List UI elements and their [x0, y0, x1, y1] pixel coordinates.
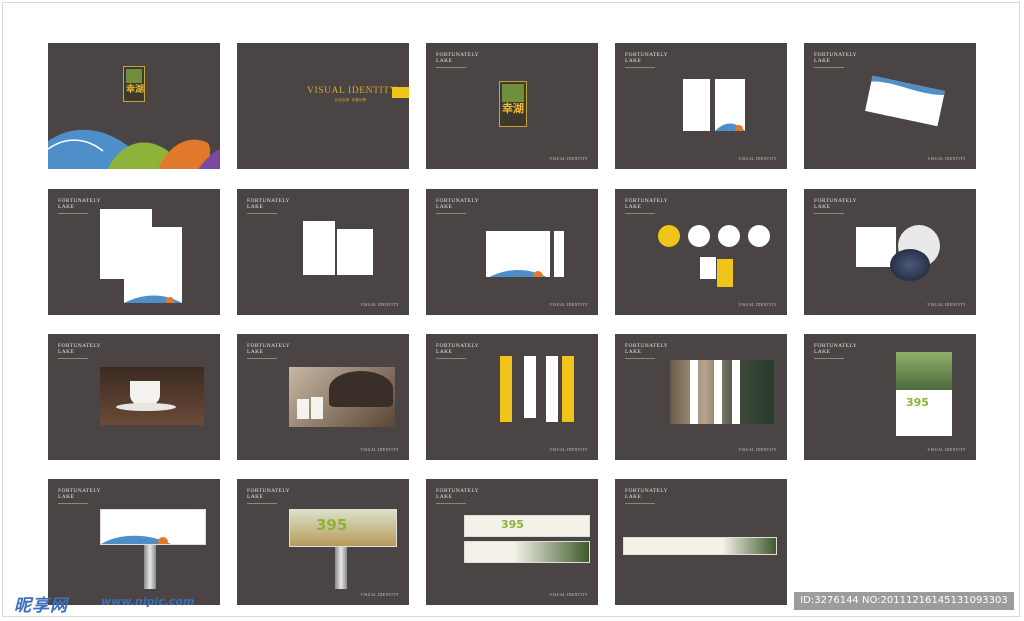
shopping-bag	[486, 231, 550, 277]
billboard: 395	[289, 509, 397, 547]
panel-title: FORTUNATELY LAKE	[58, 198, 101, 210]
panel-title: FORTUNATELY LAKE	[436, 343, 479, 355]
accent-bar	[392, 87, 409, 98]
panel-billboard-1[interactable]: FORTUNATELY LAKE	[48, 479, 220, 605]
street-photo	[670, 360, 774, 424]
billboard-pole	[144, 545, 156, 589]
panel-title: FORTUNATELY LAKE	[436, 198, 479, 210]
panel-footer: VISUAL IDENTITY	[549, 592, 588, 597]
long-banner	[623, 537, 777, 555]
panel-title: FORTUNATELY LAKE	[814, 198, 857, 210]
poster: 395	[896, 352, 952, 436]
banner-top: 395	[464, 515, 590, 537]
panel-title: FORTUNATELY LAKE	[247, 488, 290, 500]
panel-title: FORTUNATELY LAKE	[247, 198, 290, 210]
folder-right	[337, 229, 373, 275]
panel-logo[interactable]: FORTUNATELY LAKE 幸湖 VISUAL IDENTITY	[426, 43, 598, 169]
panel-footer: VISUAL IDENTITY	[738, 447, 777, 452]
banner-white-1	[524, 356, 536, 418]
panel-envelope-folders[interactable]: FORTUNATELY LAKE VISUAL IDENTITY	[237, 189, 409, 315]
watermark-id: ID:3276144 NO:20111216145131093303	[794, 592, 1014, 610]
panel-title: FORTUNATELY LAKE	[814, 343, 857, 355]
cover-title: VISUAL IDENTITY	[307, 86, 398, 96]
panel-title: FORTUNATELY LAKE	[625, 488, 668, 500]
panel-billboard-2[interactable]: FORTUNATELY LAKE 395 VISUAL IDENTITY	[237, 479, 409, 605]
panel-title: FORTUNATELY LAKE	[625, 198, 668, 210]
panel-poster[interactable]: FORTUNATELY LAKE 395 VISUAL IDENTITY	[804, 334, 976, 460]
bag-side	[554, 231, 564, 277]
panel-letterhead[interactable]: FORTUNATELY LAKE	[48, 189, 220, 315]
card-back	[715, 79, 745, 131]
panel-footer: VISUAL IDENTITY	[738, 302, 777, 307]
badge-white-2	[718, 225, 740, 247]
panel-street-banners[interactable]: FORTUNATELY LAKE VISUAL IDENTITY	[615, 334, 787, 460]
panel-title: FORTUNATELY LAKE	[814, 52, 857, 64]
cup-yellow	[717, 259, 733, 287]
panel-footer: VISUAL IDENTITY	[360, 447, 399, 452]
brand-logo: 幸湖	[499, 81, 527, 127]
panel-footer: VISUAL IDENTITY	[549, 302, 588, 307]
billboard-pole	[335, 547, 347, 589]
folder-left	[303, 221, 335, 275]
panel-footer: VISUAL IDENTITY	[549, 447, 588, 452]
card-front	[683, 79, 710, 131]
banner-white-2	[546, 356, 558, 422]
panel-cd[interactable]: FORTUNATELY LAKE VISUAL IDENTITY	[804, 189, 976, 315]
envelope	[865, 75, 945, 127]
panel-badges-cups[interactable]: FORTUNATELY LAKE VISUAL IDENTITY	[615, 189, 787, 315]
panel-footer: VISUAL IDENTITY	[360, 302, 399, 307]
cd-disc-dark	[890, 249, 930, 281]
panel-title: FORTUNATELY LAKE	[625, 343, 668, 355]
panel-cup-photo[interactable]: FORTUNATELY LAKE	[48, 334, 220, 460]
panel-footer: VISUAL IDENTITY	[927, 447, 966, 452]
badge-white	[688, 225, 710, 247]
banner-bottom	[464, 541, 590, 563]
panel-footer: VISUAL IDENTITY	[927, 302, 966, 307]
umbrella-photo	[289, 367, 395, 427]
panel-title: FORTUNATELY LAKE	[436, 52, 479, 64]
panel-footer: VISUAL IDENTITY	[927, 156, 966, 161]
banner-yellow-2	[562, 356, 574, 422]
panel-title: FORTUNATELY LAKE	[58, 343, 101, 355]
panel-title: FORTUNATELY LAKE	[58, 488, 101, 500]
panel-title: FORTUNATELY LAKE	[247, 343, 290, 355]
watermark-url: www.nipic.com	[101, 595, 195, 608]
panel-title: FORTUNATELY LAKE	[436, 488, 479, 500]
badge-yellow	[658, 225, 680, 247]
watermark-site-name: 昵享网	[14, 596, 68, 616]
panel-umbrella-photo[interactable]: FORTUNATELY LAKE VISUAL IDENTITY	[237, 334, 409, 460]
panel-banners[interactable]: FORTUNATELY LAKE VISUAL IDENTITY	[426, 334, 598, 460]
panel-business-cards[interactable]: FORTUNATELY LAKE VISUAL IDENTITY	[615, 43, 787, 169]
panel-footer: VISUAL IDENTITY	[738, 156, 777, 161]
cup-white	[700, 257, 716, 279]
cover-subtitle: 标志应用 · 形象识别	[335, 98, 367, 102]
banner-yellow-1	[500, 356, 512, 422]
panel-bags[interactable]: FORTUNATELY LAKE VISUAL IDENTITY	[426, 189, 598, 315]
panel-title: FORTUNATELY LAKE	[625, 52, 668, 64]
badge-figures	[748, 225, 770, 247]
panel-footer: VISUAL IDENTITY	[549, 156, 588, 161]
panel-billboard-4[interactable]: FORTUNATELY LAKE	[615, 479, 787, 605]
billboard	[100, 509, 206, 545]
panel-envelope[interactable]: FORTUNATELY LAKE VISUAL IDENTITY	[804, 43, 976, 169]
panel-visual-identity[interactable]: VISUAL IDENTITY 标志应用 · 形象识别	[237, 43, 409, 169]
cup-photo	[100, 367, 204, 425]
panel-cover-logo[interactable]: 幸湖	[48, 43, 220, 169]
letter-sheet-2	[124, 227, 182, 303]
brand-logo: 幸湖	[123, 66, 145, 102]
panel-footer: VISUAL IDENTITY	[360, 592, 399, 597]
wave-graphic	[48, 129, 220, 169]
panel-billboard-3[interactable]: FORTUNATELY LAKE 395 VISUAL IDENTITY	[426, 479, 598, 605]
